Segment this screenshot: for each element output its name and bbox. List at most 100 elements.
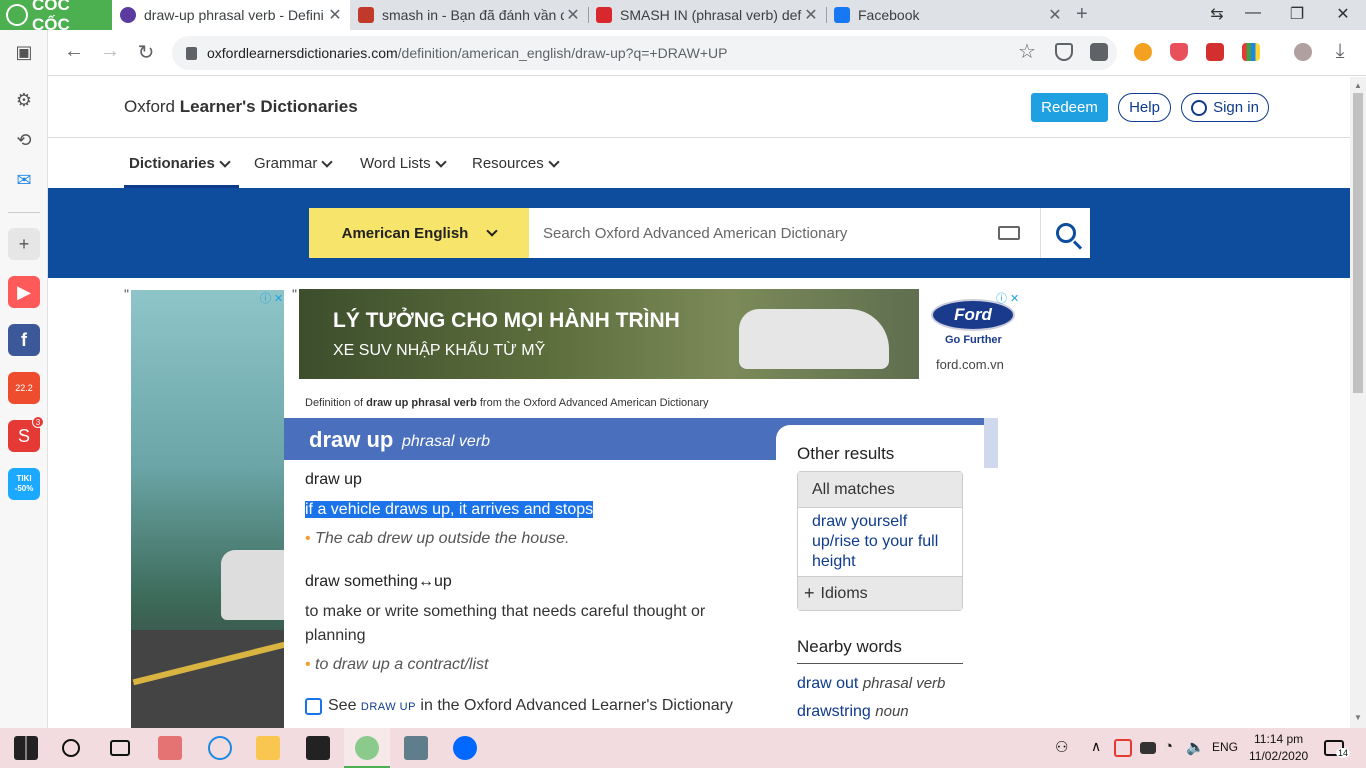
site-title-bold: Learner's Dictionaries: [179, 97, 358, 116]
redeem-button[interactable]: Redeem: [1031, 93, 1108, 122]
youtube-icon[interactable]: ▶: [8, 276, 40, 308]
nearby-word-link[interactable]: drawstring noun: [797, 703, 909, 721]
ad-info-icon[interactable]: ⓘ ✕: [996, 290, 1019, 306]
close-tab-icon[interactable]: ✕: [564, 5, 582, 25]
language-indicator[interactable]: ENG: [1212, 740, 1238, 754]
facebook-favicon-icon: [834, 7, 850, 23]
app-icon[interactable]: [158, 736, 182, 760]
url-path: /definition/american_english/draw-up?q=+…: [397, 45, 728, 61]
part-of-speech: phrasal verb: [402, 433, 491, 450]
back-icon[interactable]: ←: [62, 40, 86, 63]
reload-icon[interactable]: ↻: [134, 40, 158, 65]
menu-label: Dictionaries: [129, 155, 215, 172]
volume-icon[interactable]: 🔈: [1186, 738, 1205, 756]
app-icon[interactable]: [404, 736, 428, 760]
menu-label: Resources: [472, 155, 544, 172]
tab-facebook[interactable]: Facebook ✕: [826, 0, 1070, 30]
url-domain: oxfordlearnersdictionaries.com: [207, 45, 398, 61]
sendo-icon[interactable]: S3: [8, 416, 44, 452]
sticky-notes-icon[interactable]: [306, 736, 330, 760]
keyboard-icon[interactable]: [998, 226, 1020, 240]
browser-brand[interactable]: CỐC CỐC: [0, 0, 112, 34]
tab-smash-in[interactable]: smash in - Bạn đã đánh vần đ ✕: [350, 0, 588, 30]
search-button[interactable]: [1040, 208, 1090, 258]
see-suffix: in the Oxford Advanced Learner's Diction…: [415, 697, 733, 714]
settings-gear-icon[interactable]: ⚙: [8, 84, 40, 116]
sense-1-title: draw up: [305, 471, 362, 488]
history-icon[interactable]: ⟲: [8, 124, 40, 156]
sidebar-toggle-icon[interactable]: ▣: [8, 36, 40, 68]
forward-icon[interactable]: →: [98, 40, 122, 63]
tab-search-icon[interactable]: ⇆: [1202, 4, 1232, 24]
source-word: draw up phrasal verb: [366, 397, 477, 409]
menu-dictionaries[interactable]: Dictionaries: [129, 155, 231, 172]
file-explorer-icon[interactable]: [256, 736, 280, 760]
help-button[interactable]: Help: [1118, 93, 1171, 122]
add-icon[interactable]: +: [8, 228, 40, 260]
extension-grid-icon[interactable]: [1242, 43, 1260, 61]
tab-smash-in-definition[interactable]: SMASH IN (phrasal verb) defi ✕: [588, 0, 826, 30]
close-tab-icon[interactable]: ✕: [802, 5, 820, 25]
sign-in-button[interactable]: Sign in: [1181, 93, 1269, 122]
extension-icon[interactable]: [1134, 43, 1152, 61]
adblock-shield-icon[interactable]: [1055, 43, 1073, 61]
battery-icon[interactable]: [1140, 742, 1156, 754]
extension-shield-icon[interactable]: [1170, 43, 1188, 61]
bookmark-star-icon[interactable]: ☆: [1015, 39, 1039, 64]
menu-resources[interactable]: Resources: [472, 155, 560, 172]
restore-icon[interactable]: ❐: [1282, 4, 1312, 24]
see-also-link[interactable]: See DRAW UP in the Oxford Advanced Learn…: [305, 697, 733, 715]
minimize-icon[interactable]: —: [1238, 4, 1268, 22]
tiki-badge: TIKI -50%: [14, 474, 34, 493]
chevron-down-icon: [321, 155, 334, 168]
menu-word-lists[interactable]: Word Lists: [360, 155, 447, 172]
menu-label: Word Lists: [360, 155, 431, 172]
download-arrow-icon[interactable]: ⤓: [1328, 40, 1352, 63]
windows-start-icon[interactable]: [14, 736, 38, 760]
facebook-icon[interactable]: f: [8, 324, 40, 356]
tab-draw-up[interactable]: draw-up phrasal verb - Defini ✕: [112, 0, 350, 30]
extension-red-icon[interactable]: [1206, 43, 1224, 61]
tray-chevron-up-icon[interactable]: ∧: [1091, 738, 1101, 755]
ad-info-icon[interactable]: ⓘ ✕: [260, 290, 283, 306]
top-banner-ad[interactable]: LÝ TƯỞNG CHO MỌI HÀNH TRÌNH XE SUV NHẬP …: [299, 289, 919, 379]
tray-app-icon[interactable]: [1114, 739, 1132, 757]
ad-car-image: [739, 309, 889, 369]
menu-grammar[interactable]: Grammar: [254, 155, 334, 172]
page-scrollbar[interactable]: ▲ ▼: [1350, 77, 1366, 728]
nearby-word-link[interactable]: draw out phrasal verb: [797, 675, 945, 693]
left-banner-ad[interactable]: [131, 290, 284, 728]
new-tab-icon[interactable]: +: [1076, 3, 1088, 26]
tiki-icon[interactable]: TIKI -50%: [8, 468, 40, 500]
dictionary-select[interactable]: American English: [309, 208, 529, 258]
scroll-down-icon[interactable]: ▼: [1354, 713, 1362, 722]
all-matches-header[interactable]: All matches: [798, 472, 962, 508]
task-view-icon[interactable]: [110, 740, 130, 756]
site-title[interactable]: Oxford Learner's Dictionaries: [124, 97, 358, 117]
url-bar[interactable]: oxfordlearnersdictionaries.com/definitio…: [172, 36, 1117, 70]
zalo-icon[interactable]: [453, 736, 477, 760]
app-icon[interactable]: [208, 736, 232, 760]
close-window-icon[interactable]: ✕: [1328, 4, 1358, 24]
search-input[interactable]: [529, 208, 1040, 258]
ford-url[interactable]: ford.com.vn: [936, 357, 1004, 372]
idioms-toggle[interactable]: + Idioms: [798, 576, 962, 610]
close-tab-icon[interactable]: ✕: [326, 5, 344, 25]
scroll-up-icon[interactable]: ▲: [1354, 81, 1362, 90]
shopee-icon[interactable]: 22.2: [8, 372, 40, 404]
messenger-icon[interactable]: ✉: [8, 164, 40, 196]
profile-avatar[interactable]: [1294, 43, 1312, 61]
close-tab-icon[interactable]: ✕: [1046, 5, 1064, 25]
notification-count: 14: [1336, 748, 1351, 758]
scrollbar-thumb[interactable]: [1353, 93, 1363, 393]
clock-date[interactable]: 11/02/2020: [1249, 749, 1308, 763]
people-icon[interactable]: ⚇: [1055, 738, 1068, 756]
download-icon[interactable]: [1090, 43, 1108, 61]
wifi-icon[interactable]: ◔: [1164, 738, 1173, 755]
sendo-badge: 3: [32, 416, 44, 428]
match-link[interactable]: draw yourself up/rise to your full heigh…: [812, 512, 952, 572]
search-icon[interactable]: [62, 739, 80, 757]
clock-time[interactable]: 11:14 pm: [1254, 732, 1303, 746]
see-also-text: See DRAW UP in the Oxford Advanced Learn…: [328, 697, 733, 715]
sidebar-divider: [8, 212, 40, 213]
